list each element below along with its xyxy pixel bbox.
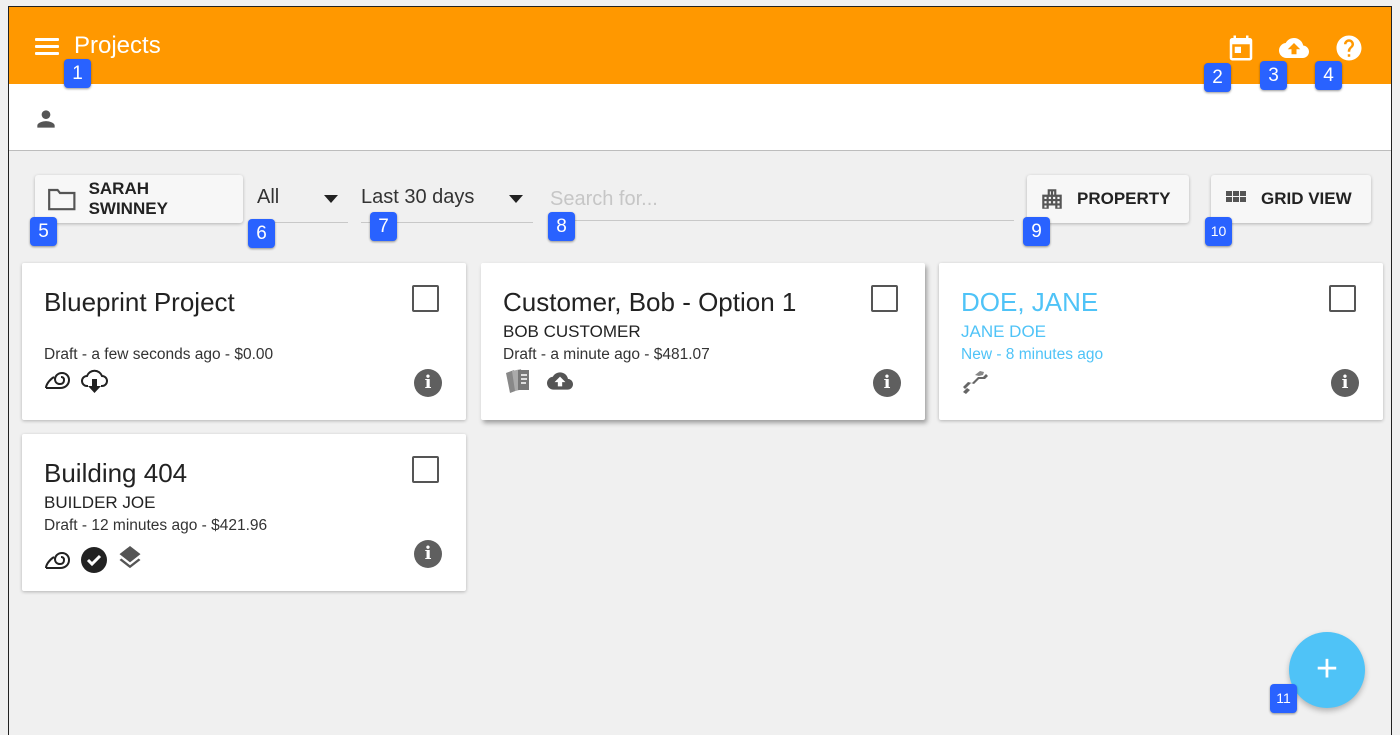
project-card[interactable]: Customer, Bob - Option 1 BOB CUSTOMER Dr…: [481, 263, 925, 420]
grid-view-button[interactable]: GRID VIEW: [1211, 175, 1371, 223]
add-icon: +: [1315, 648, 1339, 690]
cloud-upload-icon: [547, 372, 573, 390]
annotation-badge: 8: [548, 212, 575, 241]
annotation-badge: 6: [248, 219, 275, 248]
card-subtitle: BOB CUSTOMER: [503, 322, 641, 341]
help-icon[interactable]: [1334, 33, 1364, 63]
card-meta: Draft - a few seconds ago - $0.00: [44, 346, 274, 363]
card-checkbox[interactable]: [1329, 285, 1356, 312]
card-checkbox[interactable]: [871, 285, 898, 312]
folder-icon: [48, 188, 76, 211]
layers-icon: [119, 546, 141, 569]
annotation-badge: 5: [30, 217, 57, 246]
project-card[interactable]: Building 404 BUILDER JOE Draft - 12 minu…: [22, 434, 466, 591]
calendar-icon[interactable]: [1226, 33, 1256, 63]
project-card[interactable]: DOE, JANE JANE DOE New - 8 minutes ago i: [939, 263, 1383, 420]
roll-icon: [45, 551, 71, 569]
add-project-button[interactable]: +: [1289, 632, 1365, 708]
building-icon: [1042, 189, 1062, 209]
check-circle-icon: [81, 547, 107, 573]
menu-icon[interactable]: [35, 38, 59, 56]
card-meta: New - 8 minutes ago: [961, 346, 1104, 363]
property-button[interactable]: PROPERTY: [1027, 175, 1189, 223]
annotation-badge: 1: [64, 59, 91, 88]
card-title: Customer, Bob - Option 1: [503, 287, 797, 317]
roll-icon: [45, 371, 71, 389]
annotation-badge: 7: [370, 212, 397, 241]
info-icon[interactable]: i: [873, 369, 901, 397]
papers-icon: [506, 369, 529, 393]
card-subtitle: BUILDER JOE: [44, 493, 156, 512]
info-icon[interactable]: i: [414, 540, 442, 568]
date-filter-value: Last 30 days: [361, 186, 475, 208]
card-icons: [44, 366, 110, 394]
annotation-badge: 3: [1260, 61, 1287, 90]
chevron-down-icon: [509, 195, 523, 203]
status-filter-select[interactable]: All: [257, 173, 348, 223]
card-checkbox[interactable]: [412, 285, 439, 312]
person-icon[interactable]: [33, 106, 59, 132]
status-filter-value: All: [257, 186, 280, 208]
user-bar: [9, 84, 1391, 151]
card-title: Blueprint Project: [44, 287, 235, 317]
grid-icon: [1226, 191, 1246, 202]
card-title: DOE, JANE: [961, 287, 1099, 317]
card-subtitle: JANE DOE: [961, 322, 1047, 341]
card-icons: [503, 367, 577, 395]
cloud-download-icon: [81, 369, 108, 393]
annotation-badge: 9: [1023, 217, 1050, 246]
card-meta: Draft - a minute ago - $481.07: [503, 346, 710, 363]
folder-button[interactable]: SARAH SWINNEY: [35, 175, 243, 223]
property-button-label: PROPERTY: [1077, 189, 1171, 208]
app-bar: Projects: [9, 7, 1391, 84]
info-icon[interactable]: i: [414, 369, 442, 397]
search-input[interactable]: [548, 179, 1014, 221]
page-title: Projects: [74, 32, 161, 59]
project-card[interactable]: Blueprint Project Draft - a few seconds …: [22, 263, 466, 420]
card-icons: [44, 546, 144, 574]
app-frame: Projects SARAH SWINNEY All Last 30 days: [8, 6, 1392, 735]
handshake-icon: [963, 371, 988, 394]
card-title: Building 404: [44, 458, 188, 488]
annotation-badge: 11: [1270, 684, 1297, 713]
card-checkbox[interactable]: [412, 456, 439, 483]
annotation-badge: 2: [1204, 63, 1231, 92]
annotation-badge: 10: [1205, 217, 1232, 246]
grid-view-button-label: GRID VIEW: [1261, 189, 1352, 208]
card-icons: [961, 367, 991, 395]
cloud-upload-icon[interactable]: [1277, 33, 1311, 63]
folder-button-label: SARAH SWINNEY: [88, 179, 168, 218]
annotation-badge: 4: [1315, 61, 1342, 90]
card-meta: Draft - 12 minutes ago - $421.96: [44, 517, 268, 534]
info-icon[interactable]: i: [1331, 369, 1359, 397]
chevron-down-icon: [324, 195, 338, 203]
